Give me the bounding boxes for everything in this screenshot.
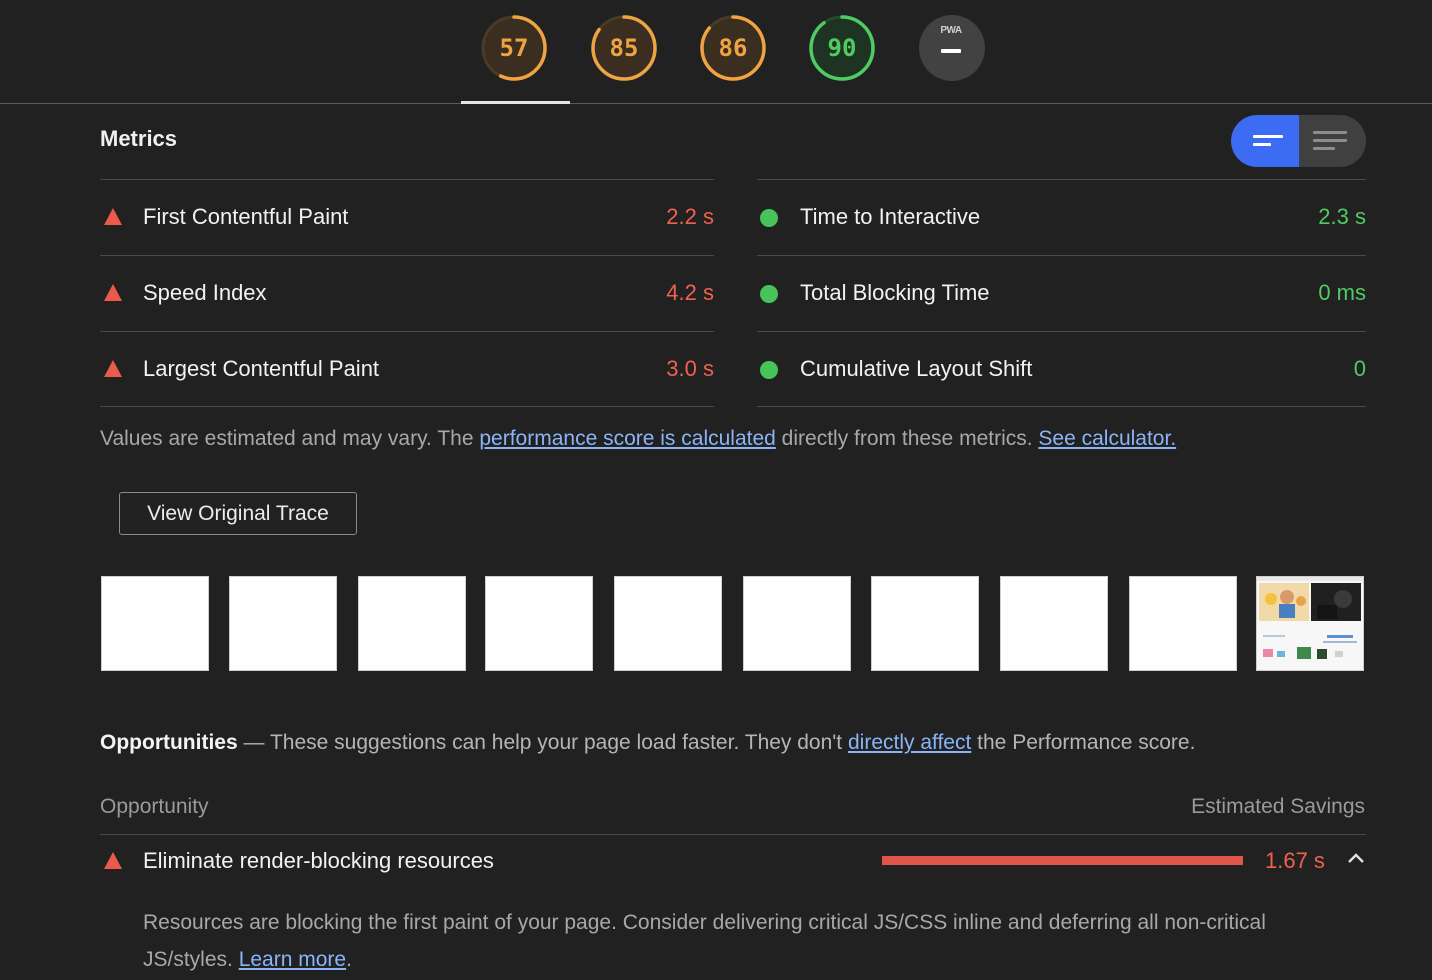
metric-cumulative-layout-shift: Cumulative Layout Shift 0 [757,332,1366,408]
gauge-pwa[interactable]: PWA [918,14,986,82]
opportunity-title: Eliminate render-blocking resources [143,848,494,873]
metrics-note: Values are estimated and may vary. The p… [100,427,1176,451]
metric-value: 0 [1353,356,1366,381]
see-calculator-link[interactable]: See calculator. [1038,427,1176,450]
gauge-score: 90 [827,34,857,62]
divider [100,406,714,407]
gauge-score: 85 [609,34,639,62]
gauge-score: 86 [718,34,748,62]
filmstrip-frame [1129,576,1237,671]
heading-separator: — [237,731,270,754]
filmstrip-frame [743,576,851,671]
filmstrip-frame-loaded [1256,576,1364,671]
learn-more-link[interactable]: Learn more [239,948,346,971]
fail-triangle-icon [104,360,122,377]
note-text: directly from these metrics. [775,427,1039,450]
expanded-view-icon-line [1313,147,1335,150]
chevron-up-svg [1348,853,1364,863]
opportunity-column-header: Opportunity [100,795,209,818]
filmstrip-frame [358,576,466,671]
metric-label: Total Blocking Time [800,280,990,305]
fail-triangle-icon [104,852,122,869]
metric-label: Cumulative Layout Shift [800,356,1033,381]
savings-bar [882,856,1243,865]
gauge-performance[interactable]: 57 [480,14,548,82]
estimated-savings-column-header: Estimated Savings [1191,795,1365,818]
metric-speed-index: Speed Index 4.2 s [100,256,714,332]
compact-view-icon [1253,135,1283,138]
expanded-view-icon [1313,131,1347,134]
gauge-seo[interactable]: 90 [808,14,876,82]
compact-view-button[interactable] [1231,115,1299,167]
metric-label: Speed Index [143,280,267,305]
metrics-title: Metrics [100,126,178,151]
expanded-view-icon-line [1313,139,1347,142]
metric-label: Largest Contentful Paint [143,356,380,381]
metric-label: First Contentful Paint [143,204,349,229]
score-gauges: 57 85 86 90 PWA [0,0,1432,104]
pwa-label: PWA [940,25,962,36]
directly-affect-link[interactable]: directly affect [848,731,971,754]
gauge-best-practices[interactable]: 86 [699,14,767,82]
expanded-view-button[interactable] [1299,115,1366,167]
metric-value: 0 ms [1318,280,1366,305]
pass-circle-icon [760,285,778,303]
intro-text: the Performance score. [971,731,1196,754]
gauge-score: 57 [499,34,529,62]
filmstrip-frame [614,576,722,671]
pwa-dash-icon [941,49,961,53]
filmstrip-frame [871,576,979,671]
page-thumbnail-image [1257,577,1363,670]
savings-bar-fill [882,856,1243,865]
pass-circle-icon [760,209,778,227]
fail-triangle-icon [104,208,122,225]
metric-value: 4.2 s [666,280,714,305]
metrics-view-toggle[interactable] [1231,115,1366,167]
metric-largest-contentful-paint: Largest Contentful Paint 3.0 s [100,332,714,408]
metric-total-blocking-time: Total Blocking Time 0 ms [757,256,1366,332]
metric-label: Time to Interactive [800,204,981,229]
pass-circle-icon [760,361,778,379]
filmstrip-frame [485,576,593,671]
metric-value: 3.0 s [666,356,714,381]
view-original-trace-button[interactable]: View Original Trace [119,492,357,535]
metric-value: 2.3 s [1318,204,1366,229]
gauge-accessibility[interactable]: 85 [590,14,658,82]
active-tab-indicator [461,101,570,104]
filmstrip-frame [1000,576,1108,671]
intro-text: These suggestions can help your page loa… [269,731,848,754]
savings-value: 1.67 s [1265,848,1325,873]
opportunities-heading: Opportunities [100,731,238,754]
filmstrip-frame [229,576,337,671]
performance-score-link[interactable]: performance score is calculated [479,427,775,450]
metric-first-contentful-paint: First Contentful Paint 2.2 s [100,180,714,256]
note-text: Values are estimated and may vary. The [100,427,480,450]
metric-time-to-interactive: Time to Interactive 2.3 s [757,180,1366,256]
fail-triangle-icon [104,284,122,301]
opportunity-render-blocking[interactable]: Eliminate render-blocking resources 1.67… [100,835,1366,887]
description-period: . [346,948,352,971]
metric-value: 2.2 s [666,204,714,229]
divider [757,406,1366,407]
opportunity-description: Resources are blocking the first paint o… [143,904,1343,978]
chevron-up-icon[interactable] [1347,851,1365,869]
compact-view-icon-line [1253,143,1271,146]
opportunities-intro: Opportunities — These suggestions can he… [100,731,1195,755]
filmstrip-frame [101,576,209,671]
